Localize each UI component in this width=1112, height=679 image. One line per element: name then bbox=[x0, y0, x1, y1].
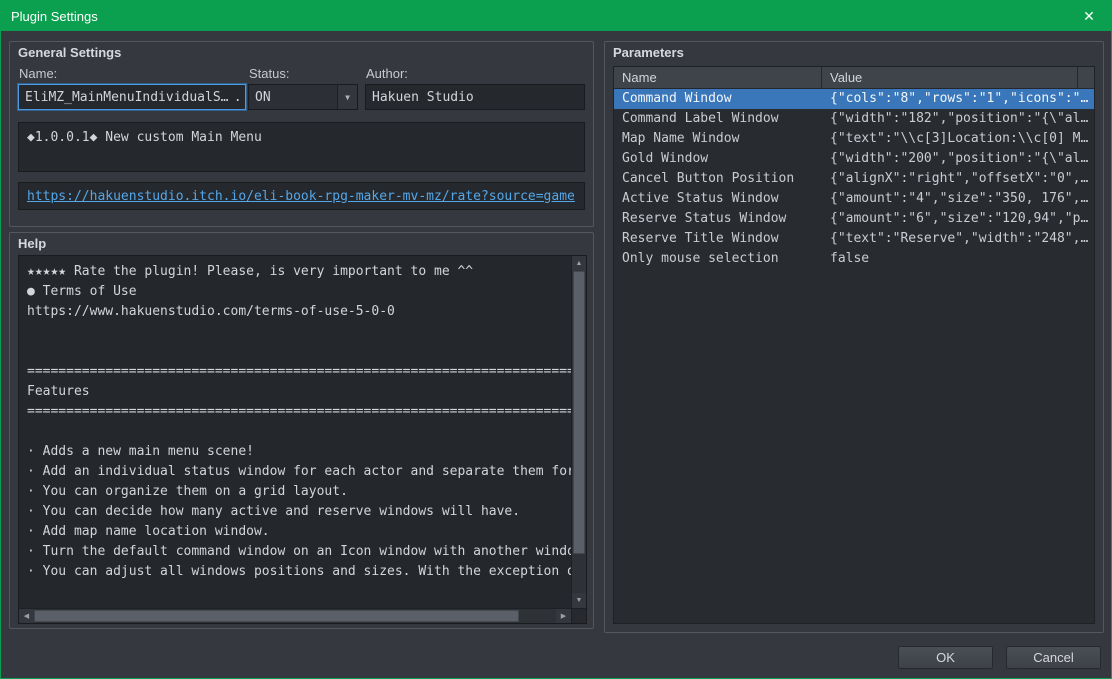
scroll-right-button[interactable]: ▶ bbox=[556, 609, 571, 623]
status-label: Status: bbox=[249, 66, 290, 81]
close-icon: ✕ bbox=[1083, 7, 1095, 24]
param-value: {"amount":"6","size":"120,94","p… bbox=[830, 211, 1089, 226]
general-settings-group: General Settings Name: Status: Author: O… bbox=[9, 41, 594, 227]
help-textarea[interactable]: ★★★★★ Rate the plugin! Please, is very i… bbox=[18, 255, 587, 624]
status-value: ON bbox=[255, 89, 271, 105]
vertical-scrollbar[interactable]: ▲ ▼ bbox=[571, 256, 586, 608]
param-name: Reserve Status Window bbox=[622, 211, 787, 226]
arrow-right-icon: ▶ bbox=[560, 613, 567, 620]
param-name: Map Name Window bbox=[622, 131, 740, 146]
plugin-name-input[interactable] bbox=[18, 84, 246, 110]
plugin-settings-dialog: Plugin Settings ✕ General Settings Name:… bbox=[0, 0, 1112, 679]
horizontal-scrollbar[interactable]: ◀ ▶ bbox=[19, 608, 571, 623]
rate-link[interactable]: https://hakuenstudio.itch.io/eli-book-rp… bbox=[27, 189, 575, 204]
param-value: {"text":"Reserve","width":"248",… bbox=[830, 231, 1089, 246]
param-value: {"text":"\\c[3]Location:\\c[0] M… bbox=[830, 131, 1089, 146]
scroll-down-button[interactable]: ▼ bbox=[572, 593, 586, 608]
param-name: Reserve Title Window bbox=[622, 231, 779, 246]
help-text: ★★★★★ Rate the plugin! Please, is very i… bbox=[27, 264, 571, 608]
name-label: Name: bbox=[19, 66, 58, 81]
param-value: {"alignX":"right","offsetX":"0",… bbox=[830, 171, 1089, 186]
table-row[interactable]: Reserve Status Window {"amount":"6","siz… bbox=[614, 209, 1094, 229]
table-row[interactable]: Cancel Button Position {"alignX":"right"… bbox=[614, 169, 1094, 189]
scroll-left-button[interactable]: ◀ bbox=[19, 609, 34, 623]
parameters-title: Parameters bbox=[613, 45, 684, 60]
arrow-left-icon: ◀ bbox=[23, 613, 30, 620]
ok-button[interactable]: OK bbox=[898, 646, 993, 669]
param-value: false bbox=[830, 251, 870, 266]
table-row[interactable]: Command Label Window {"width":"182","pos… bbox=[614, 109, 1094, 129]
table-header: Name Value bbox=[614, 67, 1094, 89]
titlebar[interactable]: Plugin Settings bbox=[1, 1, 1111, 31]
scroll-up-button[interactable]: ▲ bbox=[572, 256, 586, 271]
param-value: {"cols":"8","rows":"1","icons":"… bbox=[830, 91, 1089, 106]
parameters-group: Parameters Name Value Command Window {"c… bbox=[604, 41, 1104, 633]
param-value: {"amount":"4","size":"350, 176",… bbox=[830, 191, 1089, 206]
cancel-button[interactable]: Cancel bbox=[1006, 646, 1101, 669]
general-settings-title: General Settings bbox=[18, 45, 122, 60]
column-header-name[interactable]: Name bbox=[614, 67, 822, 88]
table-row[interactable]: Active Status Window {"amount":"4","size… bbox=[614, 189, 1094, 209]
arrow-down-icon: ▼ bbox=[575, 597, 583, 604]
rate-link-box: https://hakuenstudio.itch.io/eli-book-rp… bbox=[18, 182, 585, 210]
author-label: Author: bbox=[366, 66, 408, 81]
table-row[interactable]: Only mouse selection false bbox=[614, 249, 1094, 269]
table-row[interactable]: Reserve Title Window {"text":"Reserve","… bbox=[614, 229, 1094, 249]
plugin-description: ◆1.0.0.1◆ New custom Main Menu bbox=[18, 122, 585, 172]
horizontal-scroll-track[interactable] bbox=[34, 609, 556, 623]
vertical-scroll-thumb[interactable] bbox=[573, 271, 585, 555]
parameters-table: Name Value Command Window {"cols":"8","r… bbox=[613, 66, 1095, 624]
param-name: Gold Window bbox=[622, 151, 709, 166]
table-row[interactable]: Gold Window {"width":"200","position":"{… bbox=[614, 149, 1094, 169]
arrow-up-icon: ▲ bbox=[575, 260, 583, 267]
scrollbar-corner bbox=[571, 608, 586, 623]
vertical-scroll-track[interactable] bbox=[572, 271, 586, 593]
table-row[interactable]: Command Window {"cols":"8","rows":"1","i… bbox=[614, 89, 1094, 109]
close-button[interactable]: ✕ bbox=[1067, 1, 1111, 31]
chevron-down-icon: ▼ bbox=[337, 85, 357, 109]
status-dropdown[interactable]: ON ▼ bbox=[248, 84, 358, 110]
column-header-value[interactable]: Value bbox=[822, 67, 1078, 88]
param-name: Cancel Button Position bbox=[622, 171, 795, 186]
horizontal-scroll-thumb[interactable] bbox=[34, 610, 520, 622]
param-name: Active Status Window bbox=[622, 191, 779, 206]
param-name: Only mouse selection bbox=[622, 251, 779, 266]
param-value: {"width":"200","position":"{\"al… bbox=[830, 151, 1089, 166]
window-title: Plugin Settings bbox=[11, 8, 98, 24]
author-input[interactable] bbox=[365, 84, 585, 110]
param-name: Command Window bbox=[622, 91, 732, 106]
param-name: Command Label Window bbox=[622, 111, 779, 126]
help-title: Help bbox=[18, 236, 47, 251]
table-row[interactable]: Map Name Window {"text":"\\c[3]Location:… bbox=[614, 129, 1094, 149]
column-header-extra bbox=[1078, 67, 1094, 88]
param-value: {"width":"182","position":"{\"al… bbox=[830, 111, 1089, 126]
help-group: Help ★★★★★ Rate the plugin! Please, is v… bbox=[9, 232, 594, 629]
